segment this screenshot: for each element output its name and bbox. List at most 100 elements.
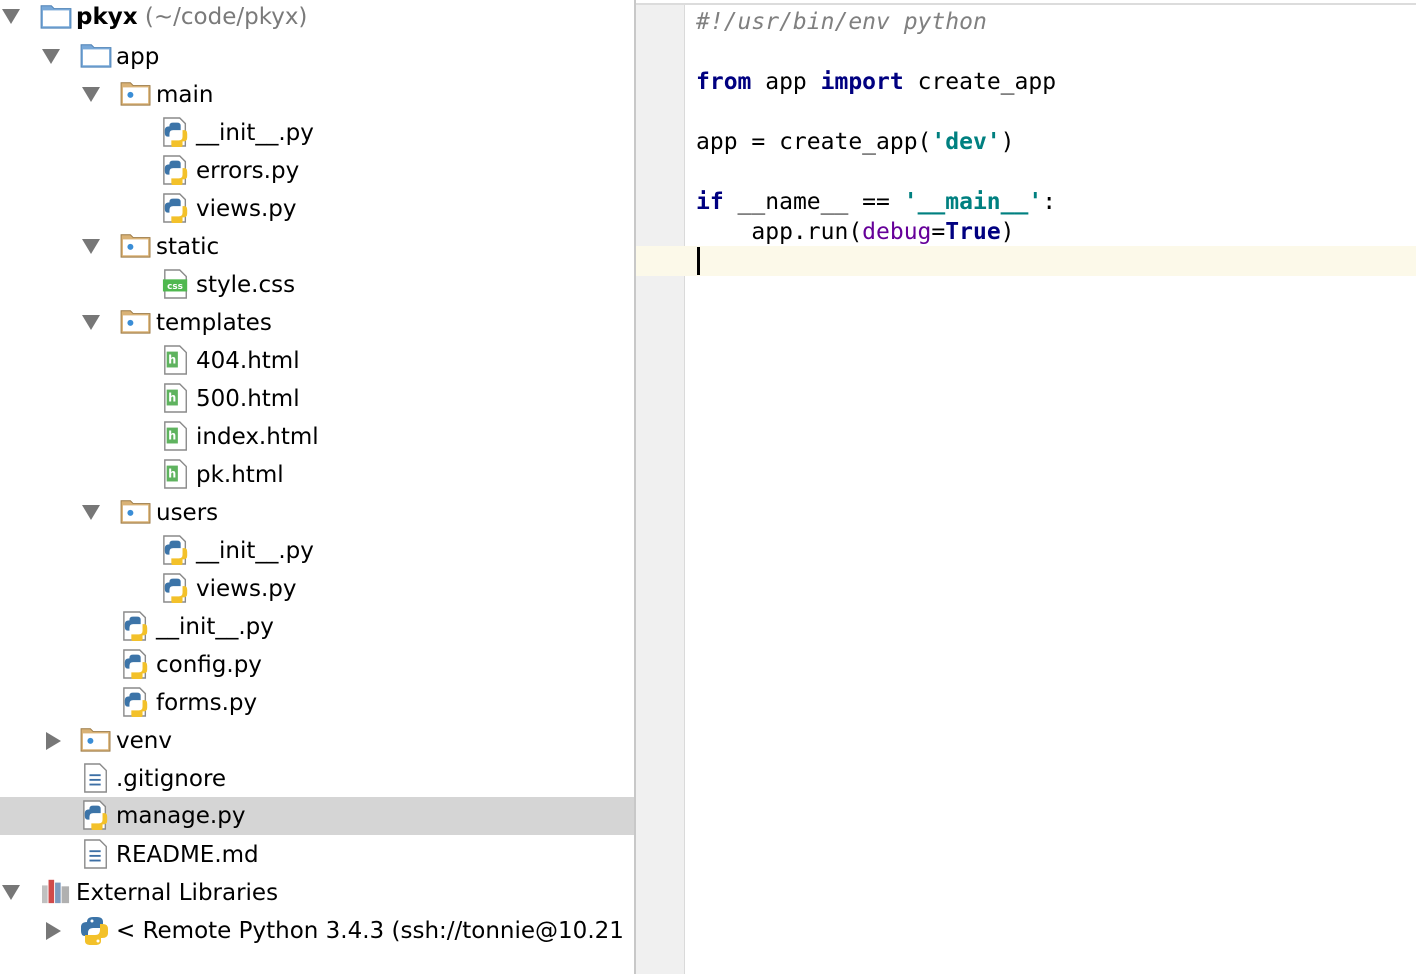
code-string: 'dev': [931, 129, 1001, 155]
chevron-down-icon[interactable]: [2, 9, 20, 24]
tree-item-pk-html[interactable]: pk.html: [0, 456, 634, 494]
code-line-5[interactable]: app = create_app('dev'): [696, 127, 1015, 157]
chevron-down-icon[interactable]: [82, 87, 100, 102]
tree-item-label: views.py: [196, 576, 297, 602]
tree-item-index-html[interactable]: index.html: [0, 418, 634, 456]
tree-item-label: 404.html: [196, 348, 300, 374]
text-caret: [697, 247, 700, 275]
project-tree-panel: pkyx (~/code/pkyx) app main __init__.py …: [0, 0, 634, 974]
tree-item-main-errors[interactable]: errors.py: [0, 152, 634, 190]
chevron-down-icon[interactable]: [42, 49, 60, 64]
editor-gutter[interactable]: [636, 5, 685, 974]
tree-item-label: errors.py: [196, 158, 300, 184]
code-text: =: [931, 219, 946, 245]
tree-item-users-init[interactable]: __init__.py: [0, 532, 634, 570]
code-string: '__main__': [903, 189, 1043, 215]
python-file-icon: [82, 800, 110, 830]
html-file-icon: [162, 459, 190, 489]
code-text: app = create_app(: [696, 129, 932, 155]
chevron-down-icon[interactable]: [82, 315, 100, 330]
tree-item-label: views.py: [196, 196, 297, 222]
tree-item-forms[interactable]: forms.py: [0, 684, 634, 722]
tree-item-users-views[interactable]: views.py: [0, 570, 634, 608]
tree-item-app[interactable]: app: [0, 38, 634, 76]
tree-item-main[interactable]: main: [0, 76, 634, 114]
text-file-icon: [82, 839, 110, 869]
chevron-right-icon[interactable]: [46, 922, 61, 940]
tree-item-external-libraries[interactable]: External Libraries: [0, 874, 634, 912]
python-file-icon: [162, 535, 190, 565]
code-keyword: import: [820, 69, 904, 95]
code-param: debug: [862, 219, 932, 245]
project-folder-icon: [40, 2, 72, 30]
tree-item-main-init[interactable]: __init__.py: [0, 114, 634, 152]
tree-item-404-html[interactable]: 404.html: [0, 342, 634, 380]
tree-item-pkyx[interactable]: pkyx (~/code/pkyx): [0, 0, 634, 38]
html-file-icon: [162, 345, 190, 375]
libraries-icon: [40, 877, 72, 905]
code-text: app.run(: [696, 219, 863, 245]
tree-item-manage-py[interactable]: manage.py: [0, 797, 634, 835]
tree-item-readme[interactable]: README.md: [0, 836, 634, 874]
tree-item-label: main: [156, 82, 214, 108]
folder-icon: [80, 41, 112, 69]
html-file-icon: [162, 421, 190, 451]
tree-item-config[interactable]: config.py: [0, 646, 634, 684]
tree-item-label: < Remote Python 3.4.3 (ssh://tonnie@10.2…: [116, 918, 624, 944]
code-line-7[interactable]: if __name__ == '__main__':: [696, 187, 1056, 217]
code-text: create_app: [903, 69, 1057, 95]
tree-item-label: External Libraries: [76, 880, 279, 906]
tree-item-users[interactable]: users: [0, 494, 634, 532]
tree-item-templates[interactable]: templates: [0, 304, 634, 342]
caret-line-gutter-highlight: [636, 246, 684, 276]
tree-item-app-init[interactable]: __init__.py: [0, 608, 634, 646]
python-file-icon: [162, 117, 190, 147]
text-file-icon: [82, 763, 110, 793]
python-file-icon: [162, 155, 190, 185]
package-folder-icon: [120, 231, 152, 259]
tree-item-style-css[interactable]: style.css: [0, 266, 634, 304]
tree-item-label: __init__.py: [156, 614, 274, 640]
code-comment: #!/usr/bin/env python: [696, 9, 987, 35]
css-file-icon: [162, 269, 190, 299]
code-text: :: [1042, 189, 1057, 215]
tree-item-remote-python[interactable]: < Remote Python 3.4.3 (ssh://tonnie@10.2…: [0, 912, 634, 950]
tree-item-main-views[interactable]: views.py: [0, 190, 634, 228]
code-editor[interactable]: #!/usr/bin/env python from app import cr…: [636, 0, 1416, 974]
tree-item-label: __init__.py: [196, 120, 314, 146]
caret-line-highlight: [636, 246, 1416, 276]
html-file-icon: [162, 383, 190, 413]
tree-item-label: pk.html: [196, 462, 284, 488]
tree-item-label: __init__.py: [196, 538, 314, 564]
code-line-8[interactable]: app.run(debug=True): [696, 217, 1015, 247]
tree-item-label: venv: [116, 728, 172, 754]
tree-item-gitignore[interactable]: .gitignore: [0, 760, 634, 798]
chevron-down-icon[interactable]: [2, 885, 20, 900]
tree-item-static[interactable]: static: [0, 228, 634, 266]
tree-item-label: forms.py: [156, 690, 258, 716]
tree-item-venv[interactable]: venv: [0, 722, 634, 760]
python-file-icon: [122, 611, 150, 641]
tree-item-label: .gitignore: [116, 766, 227, 792]
package-folder-icon: [120, 79, 152, 107]
chevron-down-icon[interactable]: [82, 505, 100, 520]
package-folder-icon: [120, 497, 152, 525]
tree-item-500-html[interactable]: 500.html: [0, 380, 634, 418]
tree-item-label: config.py: [156, 652, 262, 678]
code-keyword: from: [696, 69, 752, 95]
code-keyword: if: [696, 189, 724, 215]
tree-item-label: 500.html: [196, 386, 300, 412]
tree-item-label: pkyx (~/code/pkyx): [76, 4, 308, 30]
code-keyword: True: [945, 219, 1001, 245]
package-folder-icon: [80, 725, 112, 753]
tree-item-label: README.md: [116, 842, 259, 868]
code-text: ): [1000, 219, 1015, 245]
code-line-1[interactable]: #!/usr/bin/env python: [696, 7, 987, 37]
python-file-icon: [122, 649, 150, 679]
python-file-icon: [162, 573, 190, 603]
tree-item-label: users: [156, 500, 219, 526]
chevron-down-icon[interactable]: [82, 239, 100, 254]
chevron-right-icon[interactable]: [46, 732, 61, 750]
code-line-3[interactable]: from app import create_app: [696, 67, 1056, 97]
package-folder-icon: [120, 307, 152, 335]
